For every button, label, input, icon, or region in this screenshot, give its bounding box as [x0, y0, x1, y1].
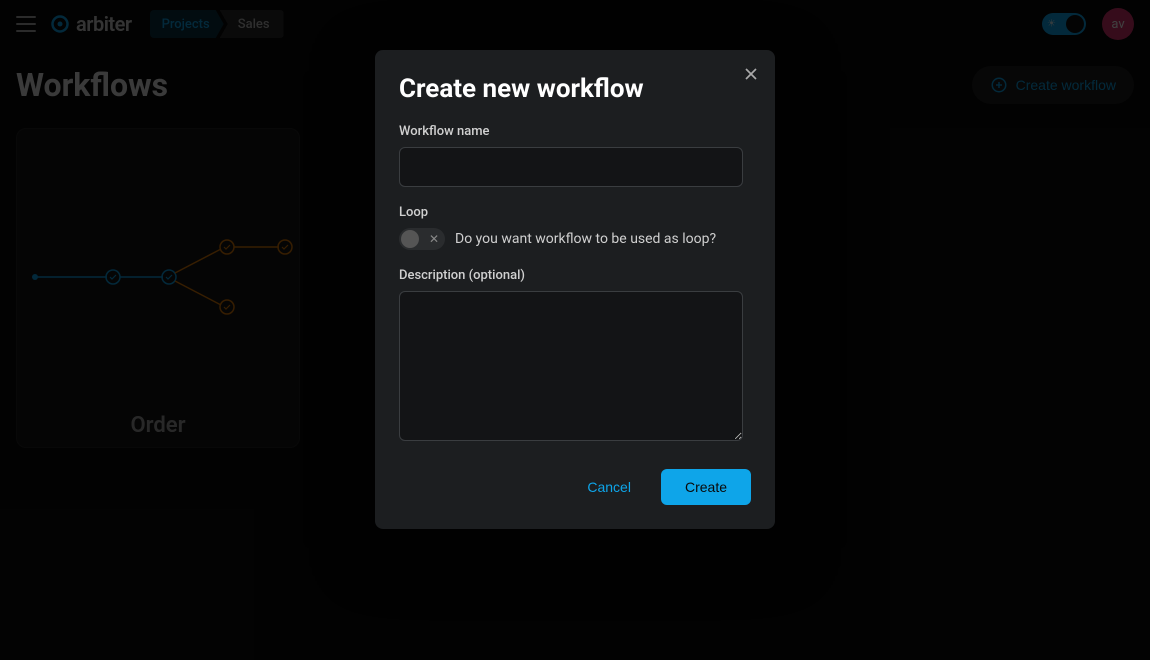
- modal-body: Workflow name Loop ✕ Do you want workflo…: [399, 124, 751, 445]
- modal-title: Create new workflow: [399, 74, 751, 104]
- loop-help-text: Do you want workflow to be used as loop?: [455, 231, 716, 247]
- workflow-name-input[interactable]: [399, 147, 743, 187]
- modal-overlay[interactable]: Create new workflow Workflow name Loop ✕…: [0, 0, 1150, 660]
- modal-footer: Cancel Create: [399, 469, 751, 505]
- description-input[interactable]: [399, 291, 743, 441]
- workflow-name-label: Workflow name: [399, 124, 743, 139]
- close-icon[interactable]: [741, 64, 761, 84]
- loop-toggle[interactable]: ✕: [399, 228, 445, 250]
- create-button[interactable]: Create: [661, 469, 751, 505]
- loop-label: Loop: [399, 205, 743, 220]
- create-workflow-modal: Create new workflow Workflow name Loop ✕…: [375, 50, 775, 529]
- x-icon: ✕: [429, 233, 439, 245]
- cancel-button[interactable]: Cancel: [569, 469, 649, 505]
- description-label: Description (optional): [399, 268, 743, 283]
